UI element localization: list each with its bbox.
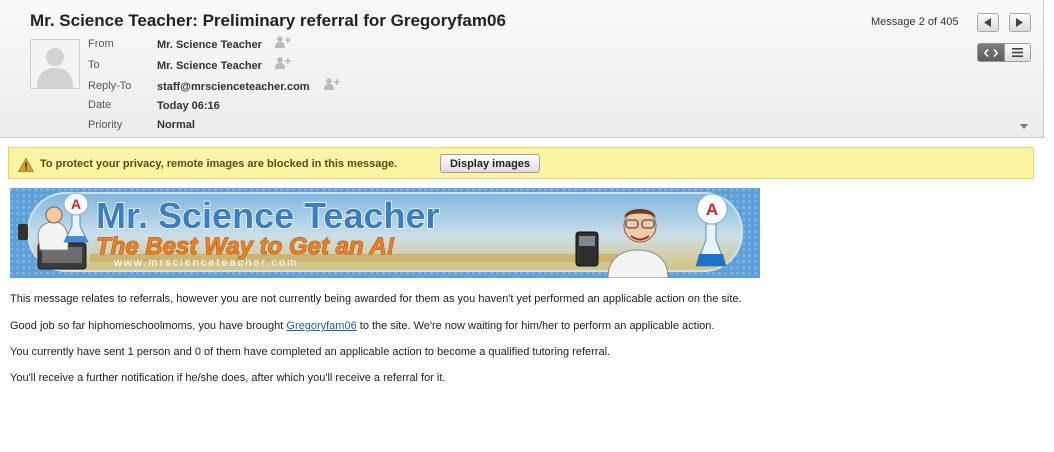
body-paragraph-2-prefix: Good job so far hiphomeschoolmoms, you h… — [10, 320, 287, 332]
from-label: From — [88, 38, 114, 50]
sender-avatar — [30, 39, 80, 89]
text-view-button[interactable] — [1003, 44, 1030, 61]
logo-title: Mr. Science Teacher — [96, 195, 440, 236]
to-value[interactable]: Mr. Science Teacher — [157, 60, 262, 72]
body-paragraph-3: You currently have sent 1 person and 0 o… — [10, 346, 611, 358]
code-brackets-icon — [983, 48, 998, 57]
body-paragraph-4: You'll receive a further notification if… — [10, 372, 446, 384]
add-contact-icon[interactable] — [324, 78, 340, 90]
logo-tagline: The Best Way to Get an A! — [96, 233, 395, 260]
logo-url: www.mrscienceteacher.com — [113, 257, 298, 269]
logo-badge-right: A — [706, 200, 718, 219]
triangle-right-icon — [1016, 18, 1023, 27]
mr-science-teacher-logo: A A Mr. Science Teacher The Best Way to … — [10, 188, 760, 278]
add-contact-icon[interactable] — [275, 36, 291, 48]
warning-icon — [18, 158, 34, 172]
to-label: To — [88, 59, 100, 71]
reply-to-label: Reply-To — [88, 80, 132, 92]
add-contact-icon[interactable] — [275, 57, 291, 69]
source-view-button[interactable] — [978, 44, 1004, 61]
display-images-button[interactable]: Display images — [440, 154, 540, 173]
priority-label: Priority — [88, 119, 123, 131]
triangle-left-icon — [984, 18, 991, 27]
body-paragraph-2: Good job so far hiphomeschoolmoms, you h… — [10, 320, 714, 332]
person-silhouette-icon — [37, 48, 73, 88]
previous-message-button[interactable] — [977, 13, 999, 32]
next-message-button[interactable] — [1009, 13, 1031, 32]
body-paragraph-1: This message relates to referrals, howev… — [10, 293, 742, 305]
view-toggle — [977, 43, 1031, 62]
lines-icon — [1011, 48, 1023, 57]
logo-badge-left: A — [71, 196, 81, 212]
remote-images-banner: To protect your privacy, remote images a… — [8, 147, 1034, 179]
date-value: Today 06:16 — [157, 100, 220, 112]
gregoryfam06-link[interactable]: Gregoryfam06 — [286, 320, 356, 332]
priority-value: Normal — [157, 119, 195, 131]
reply-to-value[interactable]: staff@mrscienceteacher.com — [157, 81, 310, 93]
message-header: Mr. Science Teacher: Preliminary referra… — [0, 0, 1044, 138]
from-value[interactable]: Mr. Science Teacher — [157, 39, 262, 51]
expand-header-icon[interactable] — [1020, 124, 1028, 129]
banner-message: To protect your privacy, remote images a… — [40, 158, 398, 170]
date-label: Date — [88, 99, 112, 111]
message-counter: Message 2 of 405 — [871, 16, 959, 28]
message-subject: Mr. Science Teacher: Preliminary referra… — [30, 11, 506, 30]
body-paragraph-2-suffix: to the site. We're now waiting for him/h… — [356, 320, 715, 332]
